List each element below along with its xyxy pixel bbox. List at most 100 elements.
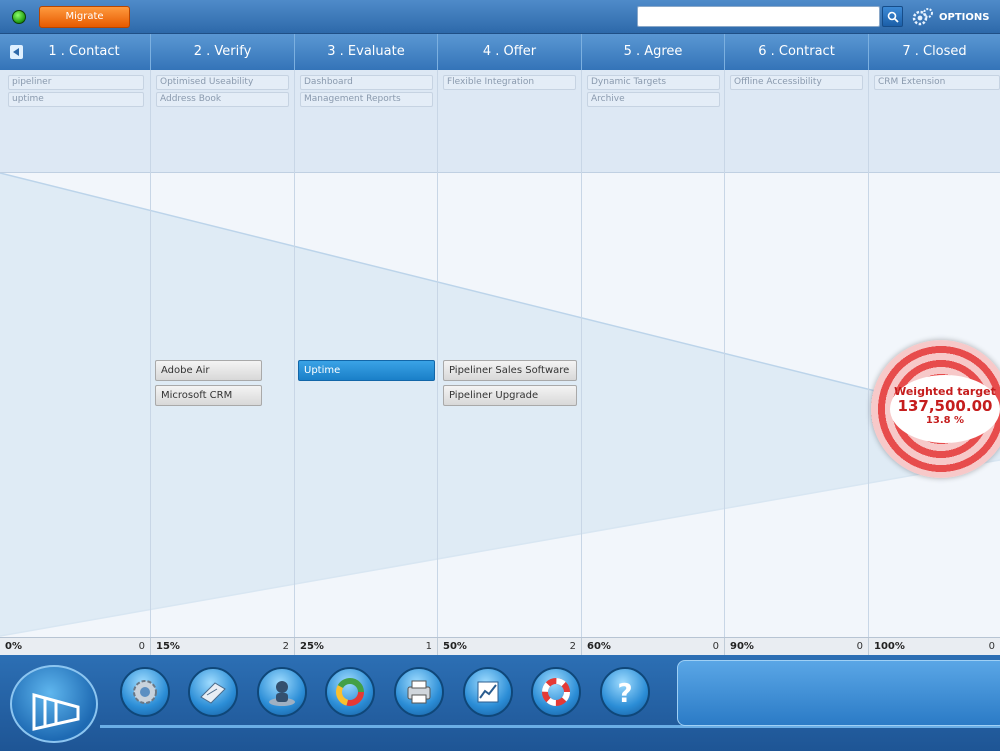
tag-item[interactable]: Flexible Integration (443, 75, 576, 90)
phase-header-offer[interactable]: 4 . Offer (438, 34, 582, 70)
phase-header-closed[interactable]: 7 . Closed (869, 34, 1000, 70)
search-button[interactable] (882, 6, 903, 27)
donut-chart-icon (336, 678, 364, 706)
phase-column-contact: pipeliner uptime (0, 70, 151, 637)
phase-column-agree: Dynamic Targets Archive (582, 70, 725, 637)
bottom-dock: ? (0, 655, 1000, 751)
phase-stat: 0% 0 (0, 638, 151, 656)
tag-item[interactable]: Address Book (156, 92, 289, 107)
tag-item[interactable]: Optimised Useability (156, 75, 289, 90)
opportunity-card[interactable]: Pipeliner Sales Software (443, 360, 577, 381)
tag-item[interactable]: uptime (8, 92, 144, 107)
contacts-button[interactable] (257, 667, 307, 717)
tag-area: Optimised Useability Address Book (151, 70, 294, 173)
phase-label: 5 . Agree (623, 44, 683, 59)
help-icon: ? (617, 679, 632, 708)
address-book-button[interactable] (188, 667, 238, 717)
opportunity-card[interactable]: Adobe Air (155, 360, 262, 381)
phase-column-evaluate: Dashboard Management Reports Uptime (295, 70, 438, 637)
weighted-target-percent: 13.8 % (925, 415, 965, 426)
opportunity-card[interactable]: Microsoft CRM (155, 385, 262, 406)
contact-icon (269, 681, 295, 706)
weighted-target-label-area: Weighted target 137,500.00 13.8 % (890, 375, 1000, 443)
line-chart-icon (477, 681, 499, 703)
pipeline-home-button[interactable] (10, 665, 98, 743)
stat-percent: 100% (874, 641, 905, 652)
settings-button[interactable] (120, 667, 170, 717)
dock-info-panel (677, 660, 1000, 726)
tag-area: Offline Accessibility (725, 70, 868, 173)
stat-count: 2 (282, 641, 289, 652)
phase-column-verify: Optimised Useability Address Book Adobe … (151, 70, 295, 637)
tag-item[interactable]: pipeliner (8, 75, 144, 90)
phase-stat: 15% 2 (151, 638, 295, 656)
pipeline-board: pipeliner uptime Optimised Useability Ad… (0, 70, 1000, 637)
stat-percent: 25% (300, 641, 324, 652)
phase-header-agree[interactable]: 5 . Agree (582, 34, 725, 70)
phase-header-contact[interactable]: 1 . Contact (0, 34, 151, 70)
phase-stat: 100% 0 (869, 638, 1000, 656)
phase-header-contract[interactable]: 6 . Contract (725, 34, 869, 70)
stat-count: 0 (988, 641, 995, 652)
analytics-button[interactable] (463, 667, 513, 717)
gears-icon (912, 8, 933, 26)
opportunity-card[interactable]: Pipeliner Upgrade (443, 385, 577, 406)
support-button[interactable] (531, 667, 581, 717)
search-input[interactable] (637, 6, 880, 27)
search-icon (887, 11, 899, 23)
weighted-target-indicator[interactable]: Weighted target 137,500.00 13.8 % (871, 340, 1000, 478)
address-book-icon (200, 682, 226, 704)
svg-text:?: ? (617, 679, 632, 708)
stat-count: 0 (712, 641, 719, 652)
tag-area: Dashboard Management Reports (295, 70, 437, 173)
reports-button[interactable] (325, 667, 375, 717)
tag-item[interactable]: Archive (587, 92, 720, 107)
phase-stats-row: 0% 0 15% 2 25% 1 50% 2 60% 0 90% 0 100% 0 (0, 637, 1000, 656)
print-button[interactable] (394, 667, 444, 717)
phase-stat: 50% 2 (438, 638, 582, 656)
lifebuoy-icon (542, 678, 570, 706)
tag-area: Dynamic Targets Archive (582, 70, 724, 173)
tag-item[interactable]: Management Reports (300, 92, 433, 107)
stat-count: 1 (425, 641, 432, 652)
weighted-target-value: 137,500.00 (897, 397, 993, 415)
tag-item[interactable]: Dynamic Targets (587, 75, 720, 90)
phase-label: 7 . Closed (902, 44, 967, 59)
phase-column-offer: Flexible Integration Pipeliner Sales Sof… (438, 70, 582, 637)
phase-label: 4 . Offer (482, 44, 537, 59)
phase-label: 3 . Evaluate (327, 44, 405, 59)
phase-label: 2 . Verify (193, 44, 252, 59)
tag-area: Flexible Integration (438, 70, 581, 173)
phase-label: 6 . Contract (758, 44, 835, 59)
migrate-button[interactable]: Migrate (39, 6, 130, 28)
stat-count: 0 (856, 641, 863, 652)
tag-item[interactable]: CRM Extension (874, 75, 1000, 90)
stat-percent: 60% (587, 641, 611, 652)
tag-item[interactable]: Dashboard (300, 75, 433, 90)
pipeline-funnel-icon (32, 693, 80, 731)
status-indicator-icon (12, 10, 26, 24)
options-label: OPTIONS (939, 11, 990, 23)
stat-percent: 0% (5, 641, 22, 652)
help-button[interactable]: ? (600, 667, 650, 717)
stat-percent: 15% (156, 641, 180, 652)
opportunity-card-selected[interactable]: Uptime (298, 360, 435, 381)
phase-label: 1 . Contact (48, 44, 120, 59)
printer-icon (407, 680, 431, 704)
phase-header-row: 1 . Contact 2 . Verify 3 . Evaluate 4 . … (0, 34, 1000, 70)
stat-percent: 90% (730, 641, 754, 652)
phase-stat: 90% 0 (725, 638, 869, 656)
phase-stat: 60% 0 (582, 638, 725, 656)
settings-icon (133, 680, 157, 704)
phase-stat: 25% 1 (295, 638, 438, 656)
tag-area: pipeliner uptime (0, 70, 150, 173)
tag-item[interactable]: Offline Accessibility (730, 75, 863, 90)
stat-percent: 50% (443, 641, 467, 652)
phase-column-contract: Offline Accessibility (725, 70, 869, 637)
options-button[interactable]: OPTIONS (912, 5, 989, 29)
stat-count: 2 (569, 641, 576, 652)
top-bar: Migrate OPTIONS (0, 0, 1000, 34)
phase-header-verify[interactable]: 2 . Verify (151, 34, 295, 70)
collapse-arrow-icon[interactable] (10, 45, 23, 59)
phase-header-evaluate[interactable]: 3 . Evaluate (295, 34, 438, 70)
